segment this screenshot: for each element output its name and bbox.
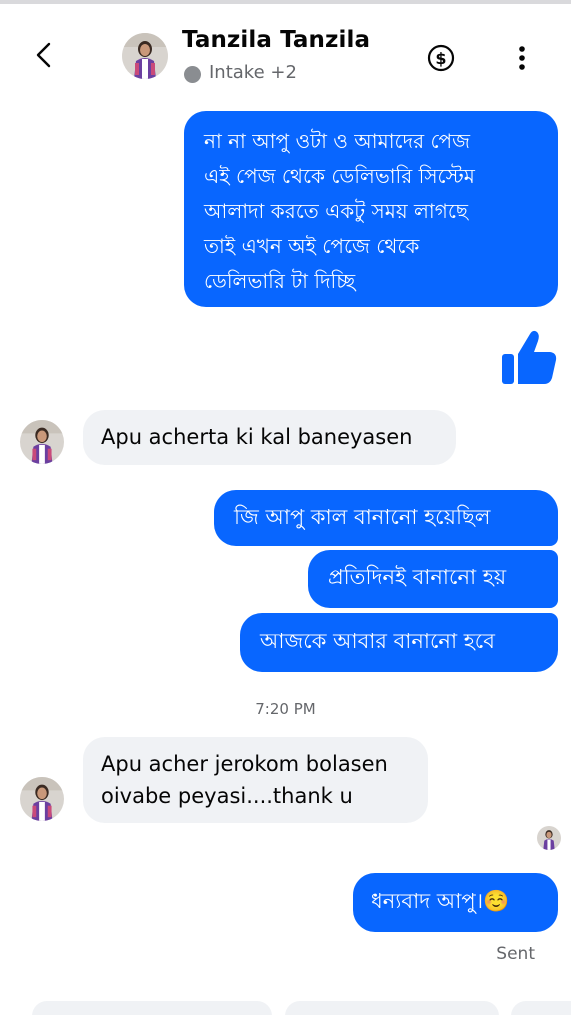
like-message[interactable]: [500, 328, 558, 386]
message-line: না না আপু ওটা ও আমাদের পেজ: [204, 129, 471, 153]
chat-header: Tanzila Tanzila Intake +2 $: [0, 4, 571, 96]
more-options-button[interactable]: [512, 43, 532, 73]
avatar-image: [20, 420, 64, 464]
quick-reply-chip[interactable]: [511, 1001, 571, 1015]
avatar-image: [537, 826, 561, 850]
message-line: আলাদা করতে একটু সময় লাগছে: [204, 199, 468, 223]
payment-button[interactable]: $: [427, 44, 455, 72]
outgoing-message[interactable]: ধন্যবাদ আপু।☺️: [353, 873, 558, 932]
contact-avatar[interactable]: [122, 33, 168, 79]
incoming-message[interactable]: Apu acherta ki kal baneyasen: [83, 410, 456, 465]
seen-avatar: [537, 826, 561, 850]
chevron-left-icon: [36, 42, 51, 68]
message-line: Apu acher jerokom bolasen: [101, 752, 388, 776]
message-line: ডেলিভারি টা দিচ্ছি: [204, 269, 356, 293]
dollar-circle-icon: $: [427, 44, 455, 72]
message-timestamp: 7:20 PM: [255, 700, 316, 718]
svg-text:$: $: [435, 49, 446, 68]
quick-reply-chip[interactable]: [32, 1001, 272, 1015]
thumbs-up-icon: [502, 330, 557, 384]
message-line: তাই এখন অই পেজে থেকে: [204, 234, 420, 258]
message-line: এই পেজ থেকে ডেলিভারি সিস্টেম: [204, 164, 475, 188]
avatar-image: [122, 33, 168, 79]
avatar-image: [20, 777, 64, 821]
message-line: oivabe peyasi....thank u: [101, 784, 353, 808]
status-text: Intake +2: [209, 62, 297, 83]
outgoing-message[interactable]: জি আপু কাল বানানো হয়েছিল: [214, 490, 558, 546]
more-vertical-icon: [519, 46, 525, 70]
outgoing-message[interactable]: আজকে আবার বানানো হবে: [240, 613, 558, 672]
back-button[interactable]: [28, 38, 62, 72]
outgoing-message[interactable]: প্রতিদিনই বানানো হয়: [308, 550, 558, 608]
outgoing-message[interactable]: না না আপু ওটা ও আমাদের পেজ এই পেজ থেকে ড…: [184, 111, 558, 307]
status-indicator: [184, 66, 201, 83]
incoming-message[interactable]: Apu acher jerokom bolasen oivabe peyasi.…: [83, 737, 428, 823]
quick-reply-chip[interactable]: [285, 1001, 499, 1015]
sender-avatar[interactable]: [20, 777, 64, 821]
sender-avatar[interactable]: [20, 420, 64, 464]
delivery-status: Sent: [496, 944, 535, 964]
contact-name[interactable]: Tanzila Tanzila: [182, 27, 370, 53]
